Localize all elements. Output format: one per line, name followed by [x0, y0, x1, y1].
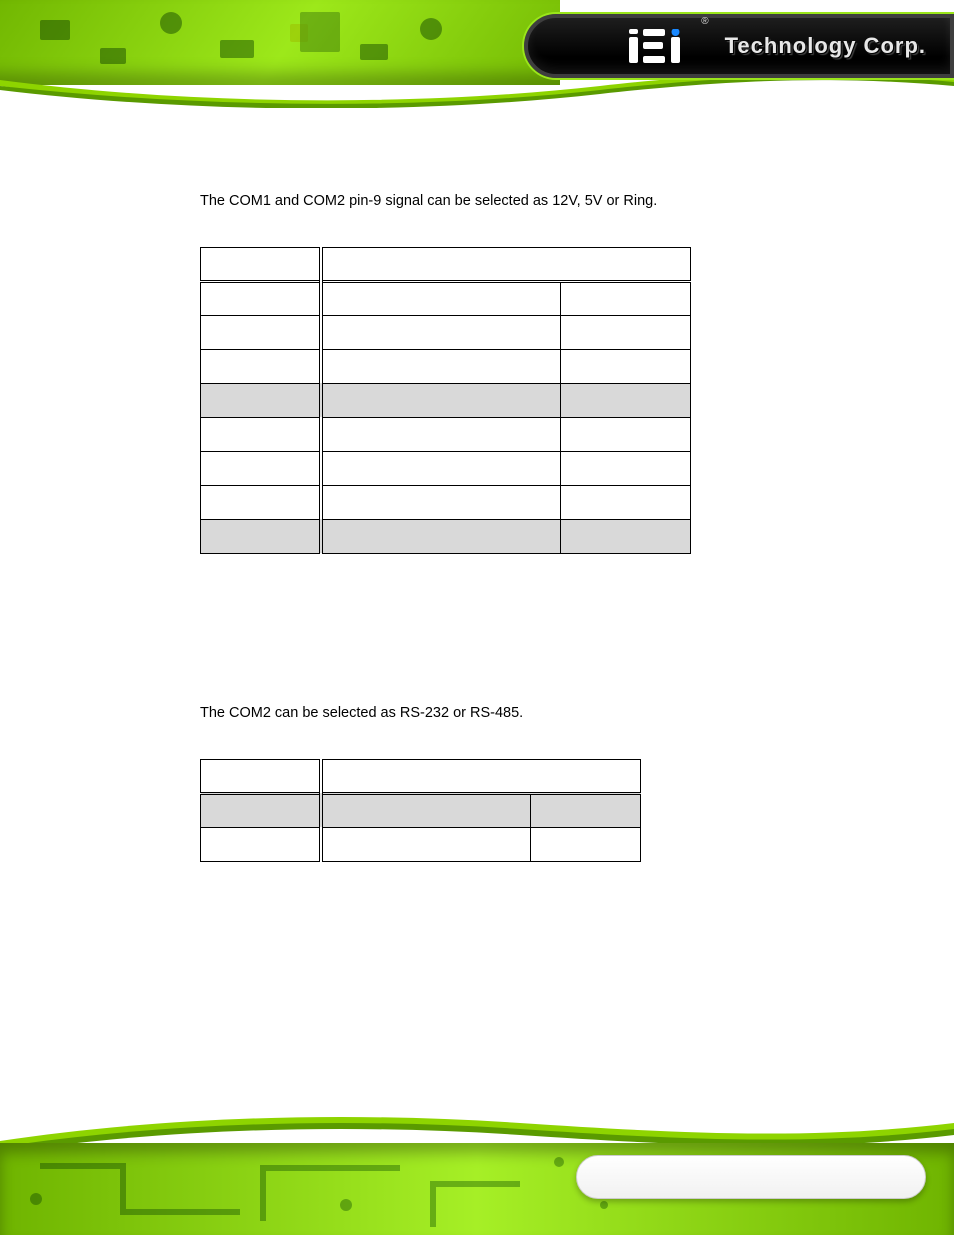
t2-r0-c1 — [321, 793, 531, 827]
t1-header-c2 — [321, 247, 691, 281]
com-pin9-table — [200, 247, 691, 554]
t1-r4-c2 — [561, 417, 691, 451]
t1-r6-c1 — [321, 485, 561, 519]
t1-r4-c0 — [201, 417, 321, 451]
t1-r7-c0 — [201, 519, 321, 553]
bottom-banner — [0, 1105, 954, 1235]
brand-text: Technology Corp. — [725, 33, 926, 59]
t1-r3-c1 — [321, 383, 561, 417]
t1-r1-c1 — [321, 315, 561, 349]
t2-r1-c2 — [531, 827, 641, 861]
t1-r7-c2 — [561, 519, 691, 553]
t1-r1-c0 — [201, 315, 321, 349]
t1-r2-c2 — [561, 349, 691, 383]
brand-bar: ® Technology Corp. — [524, 14, 954, 78]
t2-header-c2 — [321, 759, 641, 793]
section2-intro: The COM2 can be selected as RS-232 or RS… — [200, 704, 760, 723]
t1-header-c1 — [201, 247, 321, 281]
top-banner: ® Technology Corp. — [0, 0, 954, 100]
t2-r1-c0 — [201, 827, 321, 861]
t1-r0-c1 — [321, 281, 561, 315]
t1-r3-c2 — [561, 383, 691, 417]
t1-r5-c2 — [561, 451, 691, 485]
t2-r1-c1 — [321, 827, 531, 861]
t1-r0-c0 — [201, 281, 321, 315]
t1-r3-c0 — [201, 383, 321, 417]
t2-header-c1 — [201, 759, 321, 793]
t1-r6-c0 — [201, 485, 321, 519]
com2-mode-table — [200, 759, 641, 862]
t1-r2-c1 — [321, 349, 561, 383]
t1-r7-c1 — [321, 519, 561, 553]
t2-r0-c2 — [531, 793, 641, 827]
t1-r5-c1 — [321, 451, 561, 485]
t1-r2-c0 — [201, 349, 321, 383]
t2-r0-c0 — [201, 793, 321, 827]
registered-mark: ® — [701, 16, 708, 27]
t1-r4-c1 — [321, 417, 561, 451]
section1-intro: The COM1 and COM2 pin-9 signal can be se… — [200, 192, 760, 211]
banner-left-art — [0, 0, 560, 85]
page-content: The COM1 and COM2 pin-9 signal can be se… — [200, 192, 760, 862]
t1-r6-c2 — [561, 485, 691, 519]
t1-r1-c2 — [561, 315, 691, 349]
t1-r0-c2 — [561, 281, 691, 315]
bottom-bar-art — [0, 1143, 954, 1235]
page-number-pill — [576, 1155, 926, 1199]
t1-r5-c0 — [201, 451, 321, 485]
brand-logo-icon — [629, 29, 687, 63]
